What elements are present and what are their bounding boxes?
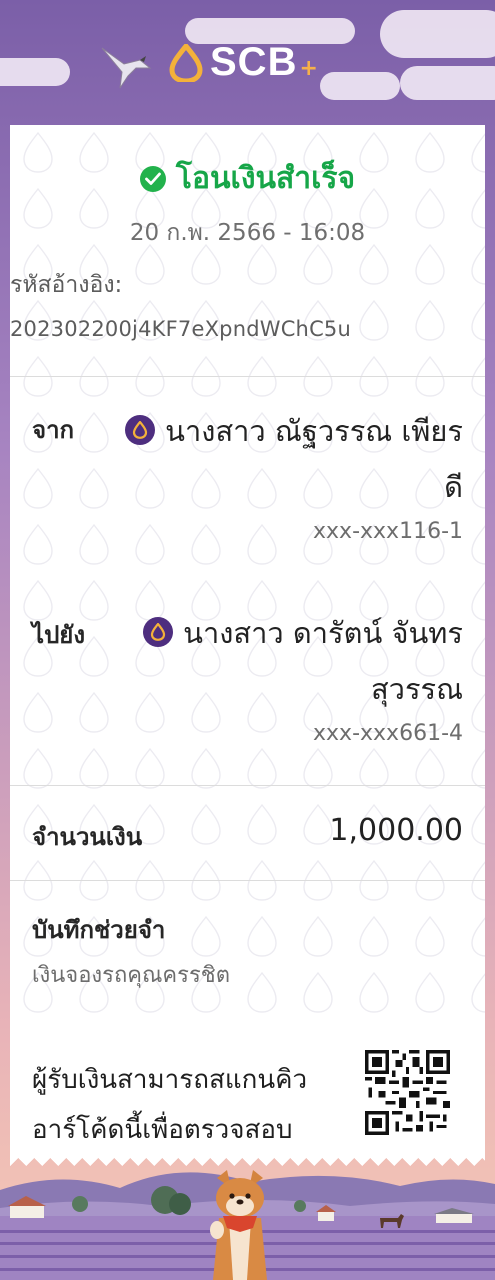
reference-value: 202302200j4KF7eXpndWChC5u [10,317,351,341]
cloud [0,58,70,86]
reference-label: รหัสอ้างอิง: [10,272,123,298]
from-account: xxx-xxx116-1 [313,519,463,544]
from-label: จาก [32,416,75,444]
check-circle-icon [139,165,166,192]
amount-label: จำนวนเงิน [32,823,143,851]
receipt-card: โอนเงินสำเร็จ 20 ก.พ. 2566 - 16:08 รหัสอ… [10,125,485,1155]
to-label: ไปยัง [32,621,86,649]
scb-bank-icon [125,415,156,445]
header-banner: SCB + [0,0,495,125]
qr-instruction: ผู้รับเงินสามารถสแกนคิว อาร์โค้ดนี้เพื่อ… [32,1055,307,1155]
qr-code-icon[interactable] [365,1050,450,1135]
divider [10,785,485,786]
shiba-dog-icon [210,1170,267,1280]
to-name-line2: สุวรรณ [370,672,463,706]
memo-label: บันทึกช่วยจำ [32,916,166,944]
cloud [400,66,495,100]
bird-icon [101,47,152,89]
scb-logo-icon [169,43,203,82]
from-name-line2: ดี [444,470,463,504]
cloud [380,10,495,58]
transfer-status: โอนเงินสำเร็จ [10,155,485,202]
to-party: นางสาว ดารัตน์ จันทร สุวรรณ xxx-xxx661-4 [143,605,463,746]
scb-logo: SCB + [168,40,318,85]
to-name-line1: นางสาว ดารัตน์ จันทร [183,616,463,650]
to-account: xxx-xxx661-4 [313,721,463,746]
divider [10,376,485,377]
qr-instruction-line1: ผู้รับเงินสามารถสแกนคิว [32,1065,308,1095]
status-text: โอนเงินสำเร็จ [175,161,356,196]
brand-plus: + [299,56,318,81]
brand-name: SCB [210,40,298,84]
memo-value: เงินจองรถคุณครรชิต [32,963,230,988]
scb-bank-icon [143,617,174,647]
from-party: นางสาว ณัฐวรรณ เพียร ดี xxx-xxx116-1 [125,403,463,544]
divider [10,880,485,881]
qr-instruction-line2: อาร์โค้ดนี้เพื่อตรวจสอบ [32,1115,293,1145]
from-name-line1: นางสาว ณัฐวรรณ เพียร [165,414,463,448]
cloud [320,72,400,100]
amount-value: 1,000.00 [329,813,463,848]
transaction-datetime: 20 ก.พ. 2566 - 16:08 [129,220,366,246]
